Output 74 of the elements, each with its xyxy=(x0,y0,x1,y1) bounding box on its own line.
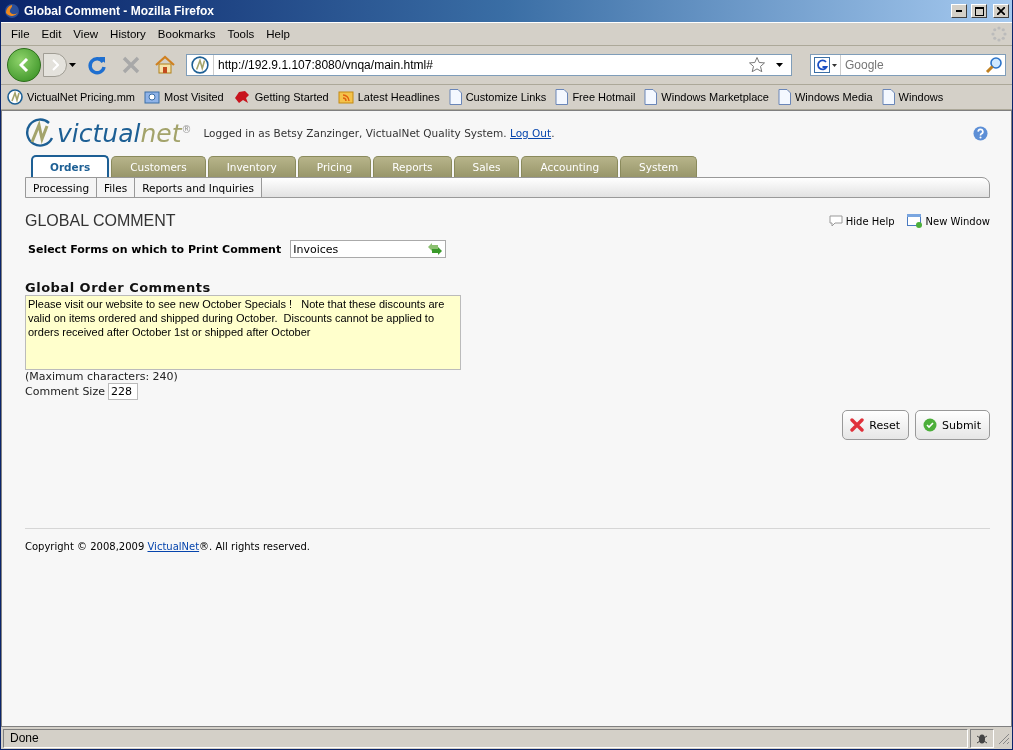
address-field[interactable]: http://192.9.1.107:8080/vnqa/main.html# xyxy=(214,55,748,75)
checkmark-icon xyxy=(922,418,937,432)
new-window-icon xyxy=(906,214,923,228)
menu-item[interactable]: Help xyxy=(260,26,296,42)
search-engine-icon[interactable] xyxy=(814,57,830,73)
bookmark-link[interactable]: VictualNet Pricing.mm xyxy=(7,89,135,105)
help-icon[interactable] xyxy=(973,125,988,141)
menu-item[interactable]: Tools xyxy=(221,26,261,42)
subnav-tab[interactable]: Reports and Inquiries xyxy=(135,178,262,197)
site-logo-icon xyxy=(191,56,209,74)
page-icon xyxy=(881,89,895,105)
bookmark-link[interactable]: Getting Started xyxy=(232,89,329,105)
maximize-button[interactable] xyxy=(971,4,987,18)
field-label: Select Forms on which to Print Comment xyxy=(28,242,282,256)
menu-item[interactable]: History xyxy=(104,26,152,42)
copyright-text: Copyright © 2008,2009 VictualNet®. All rights reserved. xyxy=(25,541,312,552)
page-icon xyxy=(448,89,462,105)
bookmark-link[interactable]: Windows Marketplace xyxy=(644,89,769,105)
throbber-icon xyxy=(990,25,1008,43)
feed-folder-icon xyxy=(337,89,354,105)
close-icon xyxy=(997,7,1005,15)
left-chevron-icon xyxy=(19,58,29,72)
right-chevron-icon xyxy=(51,59,59,71)
search-icon[interactable] xyxy=(985,56,1003,74)
dropdown-arrow-icon[interactable] xyxy=(832,63,837,67)
bookmark-link[interactable]: Most Visited xyxy=(144,89,224,105)
status-text: Done xyxy=(3,728,968,748)
dropdown-arrow-icon[interactable] xyxy=(776,63,783,67)
new-window-link[interactable]: New Window xyxy=(906,214,990,228)
field-label: Comment Size xyxy=(25,385,105,398)
page-icon xyxy=(777,89,791,105)
comment-size-field[interactable]: 228 xyxy=(108,383,138,400)
back-button[interactable] xyxy=(7,48,41,82)
submit-button[interactable]: Submit xyxy=(914,410,990,440)
window-title: Global Comment - Mozilla Firefox xyxy=(24,4,215,18)
section-heading: Global Order Comments xyxy=(25,280,212,295)
bookmark-link[interactable]: Latest Headlines xyxy=(337,89,440,105)
max-characters-note: (Maximum characters: 240) xyxy=(25,370,179,383)
menu-item[interactable]: File xyxy=(5,26,36,42)
minimize-icon xyxy=(956,10,962,12)
swap-arrows-icon[interactable] xyxy=(427,242,444,256)
bookmark-link[interactable]: Free Hotmail xyxy=(555,89,636,105)
hide-help-link[interactable]: Hide Help xyxy=(828,215,895,227)
search-bar[interactable]: Google xyxy=(810,54,1006,76)
page-title: GLOBAL COMMENT xyxy=(25,212,177,230)
folder-magnifier-icon xyxy=(144,89,160,105)
resize-grip-icon[interactable] xyxy=(996,731,1010,745)
minimize-button[interactable] xyxy=(951,4,967,18)
star-icon[interactable] xyxy=(748,56,766,74)
menu-item[interactable]: Bookmarks xyxy=(151,26,222,42)
comment-textarea[interactable]: Please visit our website to see new October Specials ! Note that these discounts are valid on items ordered and shipped during October. Discounts cannot be applied to orders received after October 1st or shipped after October xyxy=(25,295,461,370)
x-icon xyxy=(850,418,865,432)
speech-bubble-icon xyxy=(828,215,843,227)
app-logo-icon xyxy=(7,89,23,105)
browser-logo-icon xyxy=(4,3,20,19)
bookmark-link[interactable]: Customize Links xyxy=(448,89,547,105)
subnav-tab[interactable]: Processing xyxy=(26,178,98,197)
logo: victualnet$^{®}$ xyxy=(25,118,192,148)
maximize-icon xyxy=(974,6,984,16)
history-dropdown-icon[interactable] xyxy=(69,63,76,67)
subnav-tab[interactable]: Files xyxy=(97,178,136,197)
bookmark-link[interactable]: Windows xyxy=(881,89,944,105)
nav-tab[interactable]: Orders xyxy=(31,155,110,177)
reset-button[interactable]: Reset xyxy=(842,410,909,440)
menu-item[interactable]: Edit xyxy=(35,26,68,42)
login-status-text: Logged in as Betsy Zanzinger, VictualNet Quality System. Log Out. xyxy=(203,127,556,139)
page-icon xyxy=(555,89,569,105)
page-icon xyxy=(644,89,658,105)
victualnet-link[interactable]: VictualNet xyxy=(147,541,200,552)
bookmark-link[interactable]: Windows Media xyxy=(777,89,873,105)
address-bar[interactable]: http://192.9.1.107:8080/vnqa/main.html# xyxy=(186,54,792,76)
close-button[interactable] xyxy=(993,4,1009,18)
forms-select-field[interactable]: Invoices xyxy=(290,240,447,258)
menu-item[interactable]: View xyxy=(67,26,105,42)
